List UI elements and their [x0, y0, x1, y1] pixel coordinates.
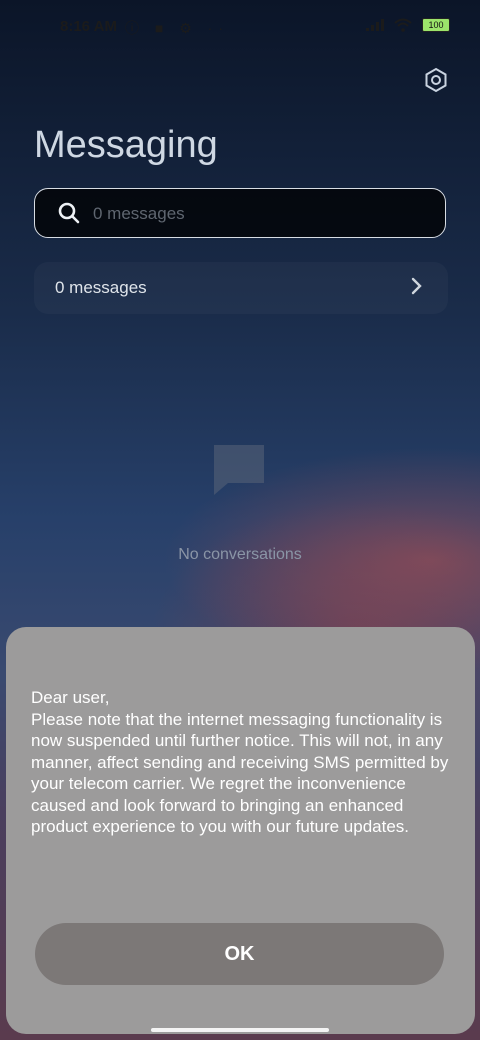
notification-icons: ⓘ ■ ⚙ ··	[125, 20, 229, 36]
notice-dialog: Dear user, Please note that the internet…	[6, 627, 475, 1034]
settings-icon	[425, 67, 447, 93]
home-indicator[interactable]	[151, 1028, 329, 1032]
search-icon	[58, 202, 80, 224]
empty-state-text: No conversations	[178, 546, 302, 563]
status-right: 100	[366, 18, 450, 32]
signal-icon	[366, 19, 384, 31]
chat-bubble-icon	[214, 445, 264, 495]
search-bar[interactable]	[34, 188, 446, 238]
page-title: Messaging	[34, 124, 218, 166]
ok-button[interactable]: OK	[35, 923, 444, 985]
dialog-message: Dear user, Please note that the internet…	[31, 688, 449, 836]
messages-row-label: 0 messages	[55, 278, 147, 297]
battery-icon: 100	[422, 18, 450, 32]
status-time: 8:16 AM	[60, 18, 117, 35]
messages-row[interactable]: 0 messages	[34, 262, 448, 314]
search-input[interactable]	[91, 197, 425, 231]
wifi-icon	[394, 18, 412, 32]
chevron-right-icon	[411, 277, 422, 295]
settings-button[interactable]	[422, 66, 450, 94]
status-bar: 8:16 AM ⓘ ■ ⚙ ·· 100	[0, 0, 480, 56]
